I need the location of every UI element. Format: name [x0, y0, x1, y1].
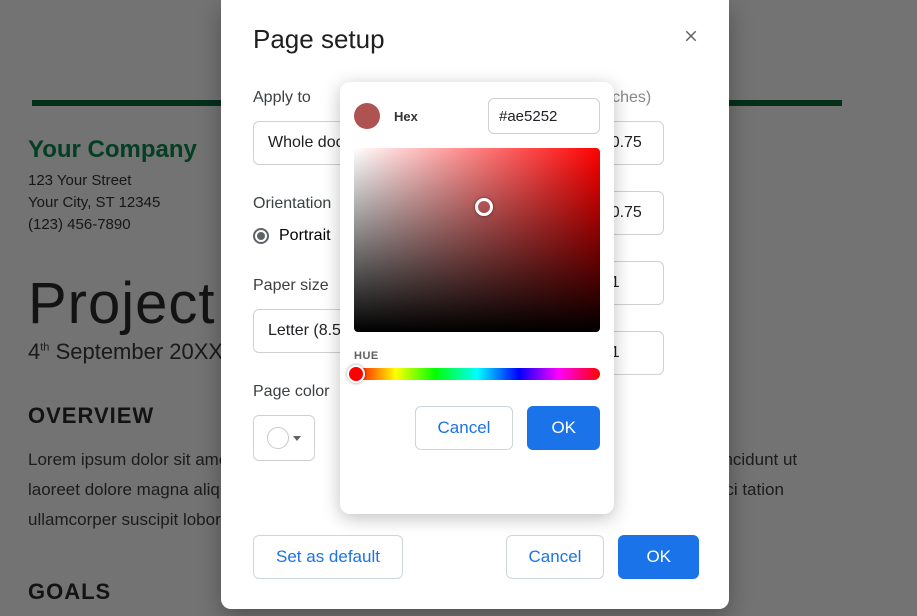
- color-picker-popover: Hex #ae5252 HUE Cancel OK: [340, 82, 614, 514]
- radio-selected-icon: [253, 228, 269, 244]
- orientation-value: Portrait: [279, 227, 331, 245]
- close-button[interactable]: [677, 22, 705, 50]
- saturation-value-panel[interactable]: [354, 148, 600, 332]
- color-preview-swatch: [354, 103, 380, 129]
- hex-input[interactable]: #ae5252: [488, 98, 600, 134]
- page-setup-ok-button[interactable]: OK: [618, 535, 699, 579]
- hue-slider[interactable]: [354, 368, 600, 380]
- chevron-down-icon: [293, 436, 301, 441]
- page-color-select[interactable]: [253, 415, 315, 461]
- color-picker-cancel-button[interactable]: Cancel: [415, 406, 514, 450]
- page-color-swatch: [267, 427, 289, 449]
- page-setup-cancel-button[interactable]: Cancel: [506, 535, 605, 579]
- hex-label: Hex: [394, 109, 418, 124]
- hue-thumb[interactable]: [347, 365, 365, 383]
- color-picker-ok-button[interactable]: OK: [527, 406, 600, 450]
- close-icon: [682, 27, 700, 45]
- set-as-default-button[interactable]: Set as default: [253, 535, 403, 579]
- hue-label: HUE: [354, 350, 600, 362]
- sv-gradient: [354, 148, 600, 332]
- sv-cursor[interactable]: [475, 198, 493, 216]
- dialog-title: Page setup: [253, 24, 699, 55]
